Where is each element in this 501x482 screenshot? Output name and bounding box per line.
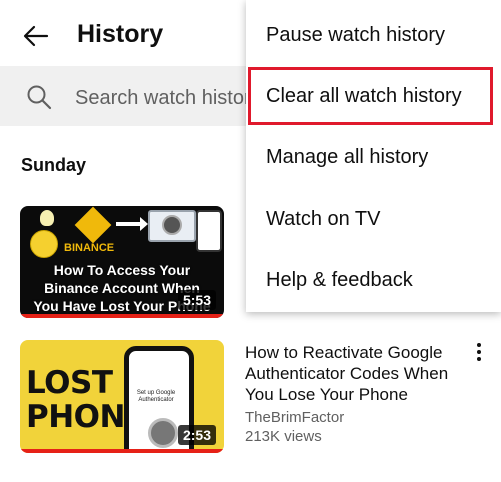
- menu-item-clear-all-watch-history[interactable]: Clear all watch history: [246, 66, 501, 127]
- overflow-menu: Pause watch history Clear all watch hist…: [246, 0, 501, 312]
- thumbnail-brand: BINANCE: [64, 242, 115, 254]
- page-title: History: [77, 20, 164, 48]
- menu-item-watch-on-tv[interactable]: Watch on TV: [246, 189, 501, 250]
- channel-name: TheBrimFactor: [245, 409, 345, 426]
- phone-screen-text: Set up Google Authenticator: [136, 390, 176, 403]
- authenticator-logo: [162, 215, 182, 235]
- watch-progress-bar: [20, 449, 224, 453]
- back-button[interactable]: [16, 18, 56, 54]
- lightbulb-icon: [40, 210, 54, 226]
- video-thumbnail[interactable]: BINANCE How To Access Your Binance Accou…: [20, 206, 224, 318]
- arrow-right-icon: [116, 217, 148, 231]
- watch-progress-bar: [20, 314, 224, 318]
- menu-item-pause-watch-history[interactable]: Pause watch history: [246, 5, 501, 66]
- search-icon: [27, 85, 52, 110]
- authenticator-logo: [148, 418, 178, 448]
- duration-badge: 5:53: [177, 290, 216, 310]
- video-thumbnail[interactable]: LOST PHONE Set up Google Authenticator 2…: [20, 340, 224, 453]
- menu-item-help-feedback[interactable]: Help & feedback: [246, 250, 501, 311]
- duration-badge: 2:53: [177, 425, 216, 445]
- search-input[interactable]: [75, 84, 255, 112]
- view-count: 213K views: [245, 428, 322, 445]
- more-vert-icon[interactable]: [468, 340, 490, 364]
- section-heading: Sunday: [21, 155, 87, 175]
- phone-icon: [196, 210, 222, 252]
- menu-item-manage-all-history[interactable]: Manage all history: [246, 127, 501, 188]
- binance-logo: [74, 206, 112, 244]
- arrow-left-icon: [23, 25, 49, 47]
- video-title[interactable]: How to Reactivate Google Authenticator C…: [245, 342, 475, 405]
- smiley-icon: [30, 230, 58, 258]
- thumbnail-text-line: How To Access Your: [53, 262, 191, 278]
